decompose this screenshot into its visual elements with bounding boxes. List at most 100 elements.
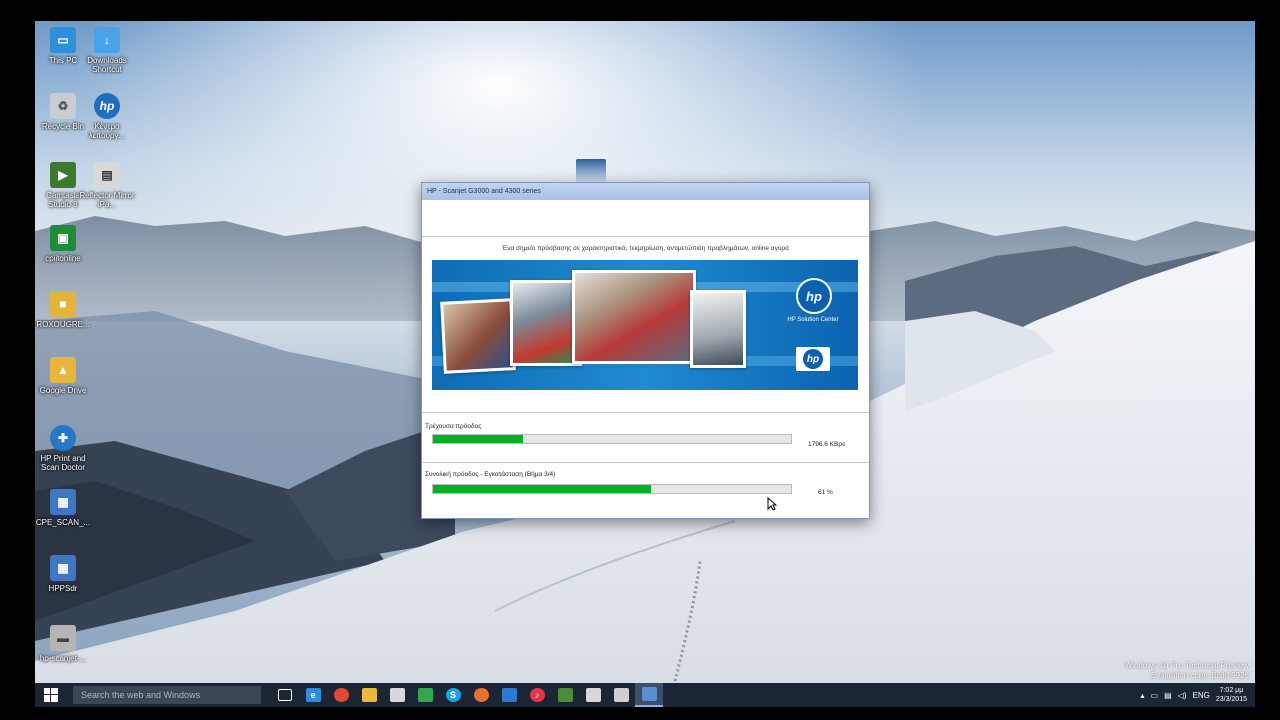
start-button[interactable] (35, 683, 67, 707)
itunes-icon: ♪ (529, 688, 545, 702)
hp-setup-taskbar-button[interactable] (635, 683, 663, 707)
notifications-icon[interactable]: ▤ (1164, 691, 1172, 700)
desktop-icon-label: Camtasia Studio 8 (46, 191, 80, 209)
desktop-icon-label: HPPSdr (48, 584, 78, 593)
skype-button[interactable]: S (439, 683, 467, 707)
folder-icon: ■ (50, 291, 76, 317)
watermark-line1: Windows 10 Pro Technical Preview (1124, 661, 1249, 670)
firefox-button[interactable] (467, 683, 495, 707)
dialog-tagline: Ένα σημείο πρόσβασης σε χαρακτηριστικά, … (502, 245, 789, 252)
firefox-icon (473, 688, 489, 702)
google-drive-taskbar-button[interactable] (411, 683, 439, 707)
watermark-line2: Evaluation copy. Build 9926 (1150, 671, 1249, 680)
volume-icon[interactable]: ◁) (1178, 691, 1187, 700)
hp-logo-icon: hp (796, 278, 832, 314)
network-icon[interactable]: ▭ (1151, 691, 1159, 700)
hp-logo-text: hp (803, 349, 823, 369)
mouse-cursor-icon (767, 497, 777, 511)
camtasia-taskbar-button[interactable] (551, 683, 579, 707)
internet-explorer-button[interactable]: e (299, 683, 327, 707)
desktop-icon-hp-center[interactable]: hp Κέντρο λειτουργ... (79, 93, 135, 140)
divider (422, 412, 869, 413)
recorder-taskbar-button[interactable] (579, 683, 607, 707)
dragged-scanner-icon[interactable] (576, 159, 606, 183)
desktop-icon-label: hp-scanjet-... (39, 654, 87, 663)
hppsdr-icon: ▦ (50, 555, 76, 581)
hp-solution-center-banner: hp HP Solution Center hp (432, 260, 858, 390)
scan-taskbar-icon (501, 688, 517, 702)
divider (422, 462, 869, 463)
desktop-icon-cpiitonline[interactable]: ▣ cpiitonline (35, 225, 91, 263)
desktop-icon-google-drive[interactable]: ▲ Google Drive (35, 357, 91, 395)
store-icon (389, 688, 405, 702)
desktop-icon-hp-scanjet[interactable]: ▬ hp-scanjet-... (35, 625, 91, 663)
language-indicator[interactable]: ENG (1193, 691, 1210, 700)
skype-icon: S (445, 688, 461, 702)
desktop-icon-label: cpiitonline (45, 254, 81, 263)
overall-progress-fill (433, 485, 652, 493)
scan-taskbar-button[interactable] (495, 683, 523, 707)
windows-logo-icon (44, 688, 58, 702)
desktop-icon-label: Reflector Mirror iPa... (79, 191, 135, 209)
desktop-icon-reflector[interactable]: ▤ Reflector Mirror iPa... (79, 162, 135, 209)
desktop-icon-label: Κέντρο λειτουργ... (88, 122, 126, 140)
hp-print-scan-doctor-icon: ✚ (50, 425, 76, 451)
banner-photo (440, 298, 516, 374)
hp-icon: hp (94, 93, 120, 119)
scanner-icon: ▬ (50, 625, 76, 651)
device-taskbar-icon (613, 688, 629, 702)
itunes-button[interactable]: ♪ (523, 683, 551, 707)
desktop-icon-downloads-shortcut[interactable]: ↓ Downloads Shortcut (79, 27, 135, 74)
desktop-icon-label: CPE_SCAN_... (35, 518, 91, 527)
cpiitonline-icon: ▣ (50, 225, 76, 251)
file-explorer-button[interactable] (355, 683, 383, 707)
internet-explorer-icon: e (305, 688, 321, 702)
desktop-icon-label: Recycle Bin (41, 122, 85, 131)
taskbar-search-box[interactable]: Search the web and Windows (73, 686, 261, 704)
pc-icon: ▭ (50, 27, 76, 53)
search-placeholder: Search the web and Windows (81, 690, 201, 700)
task-view-button[interactable] (271, 683, 299, 707)
windows-watermark: Windows 10 Pro Technical Preview Evaluat… (1125, 661, 1249, 681)
taskbar-clock[interactable]: 7:02 μμ 23/3/2015 (1216, 686, 1247, 704)
recycle-bin-icon: ♻ (50, 93, 76, 119)
reflector-icon: ▤ (94, 162, 120, 188)
desktop-icon-hppsdr[interactable]: ▦ HPPSdr (35, 555, 91, 593)
clock-date: 23/3/2015 (1215, 696, 1247, 703)
tray-overflow-icon[interactable]: ▴ (1141, 691, 1145, 700)
divider (422, 236, 869, 237)
google-drive-icon: ▲ (50, 357, 76, 383)
banner-photo (572, 270, 696, 364)
overall-progress-label: Συνολική πρόοδος - Εγκατάσταση (Βήμα 3/4… (425, 471, 556, 478)
current-progress-label: Τρέχουσα πρόοδος (425, 423, 482, 430)
transfer-rate: 1796.6 KBps (808, 441, 846, 448)
desktop-icon-label: This PC (48, 56, 78, 65)
file-explorer-icon (361, 688, 377, 702)
dialog-title-bar[interactable]: HP - Scanjet G3000 and 4300 series (422, 183, 869, 200)
desktop-icon-hp-print-scan-doctor[interactable]: ✚ HP Print and Scan Doctor (35, 425, 91, 472)
google-drive-taskbar-icon (417, 688, 433, 702)
desktop-icon-label: ROXOUGRE... (36, 320, 90, 329)
desktop-icon-cpe-scan[interactable]: ▦ CPE_SCAN_... (35, 489, 91, 527)
hp-setup-taskbar-icon (641, 687, 657, 701)
current-progress-fill (433, 435, 523, 443)
dialog-title: HP - Scanjet G3000 and 4300 series (427, 188, 541, 195)
camtasia-taskbar-icon (557, 688, 573, 702)
banner-photo (690, 290, 746, 368)
desktop-icon-label: Downloads Shortcut (87, 56, 127, 74)
taskbar-apps: e S ♪ (271, 683, 663, 707)
desktop-icon-label: HP Print and Scan Doctor (40, 454, 86, 472)
hp-brand-logo-icon: hp (796, 347, 830, 371)
downloads-shortcut-icon: ↓ (94, 27, 120, 53)
recorder-taskbar-icon (585, 688, 601, 702)
clock-time: 7:02 μμ (1219, 687, 1244, 694)
device-taskbar-button[interactable] (607, 683, 635, 707)
overall-percent: 61 % (818, 489, 833, 496)
desktop-icon-label: Google Drive (39, 386, 87, 395)
chrome-icon (333, 688, 349, 702)
store-button[interactable] (383, 683, 411, 707)
desktop-icon-folder[interactable]: ■ ROXOUGRE... (35, 291, 91, 329)
current-progress-bar (432, 434, 792, 444)
chrome-button[interactable] (327, 683, 355, 707)
system-tray: ▴ ▭ ▤ ◁) ENG 7:02 μμ 23/3/2015 (1141, 683, 1255, 707)
